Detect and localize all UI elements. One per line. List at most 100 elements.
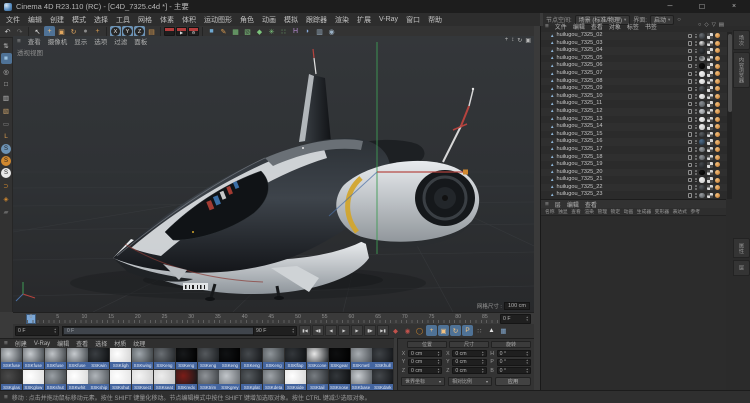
object-row[interactable]: ▲ huilugou_7325_02	[541, 32, 727, 40]
uvw-tag-icon[interactable]	[707, 71, 713, 77]
menubar-item-16[interactable]: V-Ray	[375, 16, 402, 23]
viewport-menu-item-3[interactable]: 选项	[94, 36, 107, 46]
uvw-tag-icon[interactable]	[707, 116, 713, 123]
menubar-item-3[interactable]: 模式	[68, 15, 90, 25]
object-row[interactable]: ▲ huilugou_7325_05	[541, 55, 727, 63]
stepper-icon[interactable]: ▴ ▾	[526, 368, 528, 373]
material-thumbnail[interactable]: SSKfuse	[22, 348, 44, 369]
solo-single-icon[interactable]: S	[1, 156, 11, 166]
material-thumbnail[interactable]: SSKplat	[241, 369, 263, 391]
editor-visibility-icon[interactable]	[687, 94, 693, 99]
material-menu-item-4[interactable]: 选择	[95, 339, 107, 348]
next-frame-button[interactable]: ▶	[351, 325, 363, 336]
menubar-item-0[interactable]: 文件	[2, 15, 24, 25]
phong-tag-icon[interactable]	[715, 192, 720, 198]
material-thumbnail[interactable]: SSKredx	[175, 369, 197, 391]
material-thumbnail[interactable]: SSKnose	[328, 369, 350, 391]
uvw-tag-icon[interactable]	[707, 93, 713, 100]
uvw-tag-icon[interactable]	[707, 108, 713, 115]
layer-manager-body[interactable]	[541, 216, 726, 390]
material-thumbnail[interactable]: SSKwin	[88, 348, 110, 369]
object-list-scrollbar[interactable]	[727, 32, 732, 199]
material-tag-icon[interactable]	[699, 101, 705, 107]
stepper-icon[interactable]: ▴ ▾	[482, 359, 484, 364]
object-manager-menu-item-1[interactable]: 编辑	[573, 22, 585, 31]
phong-tag-icon[interactable]	[715, 48, 720, 54]
solo-hierarchy-icon[interactable]: S	[1, 168, 11, 178]
coordinate-size-field[interactable]: 0 cm ▴ ▾	[452, 350, 487, 357]
material-tag-icon[interactable]	[699, 131, 705, 138]
object-manager-menu-item-2[interactable]: 查看	[591, 22, 603, 31]
editor-visibility-icon[interactable]	[687, 117, 693, 122]
material-tag-icon[interactable]	[699, 71, 705, 77]
material-thumbnail[interactable]: SSKfuse	[44, 348, 66, 369]
phong-tag-icon[interactable]	[715, 177, 720, 183]
material-menu-item-6[interactable]: 纹理	[133, 339, 145, 348]
object-row[interactable]: ▲ huilugou_7325_16	[541, 138, 727, 146]
material-thumbnail[interactable]: SSKdark	[372, 369, 394, 391]
coordinate-header-1[interactable]: 尺寸	[449, 341, 489, 348]
material-thumbnail[interactable]: SSKeng	[175, 348, 197, 369]
autokeying-icon[interactable]: ◉	[402, 325, 413, 336]
toggle-layout-icon[interactable]: ▣	[525, 37, 531, 44]
coordinate-rotation-field[interactable]: 0 ° ▴ ▾	[496, 350, 531, 357]
pan-view-icon[interactable]: +	[505, 37, 509, 44]
key-parameter-icon[interactable]: P	[462, 325, 473, 336]
viewport-menu-item-4[interactable]: 过滤	[114, 36, 127, 46]
stepper-icon[interactable]: ▴ ▾	[438, 359, 440, 364]
uvw-tag-icon[interactable]	[707, 86, 713, 92]
object-row[interactable]: ▲ huilugou_7325_11	[541, 100, 727, 108]
prev-frame-button[interactable]: ◀	[325, 325, 337, 336]
menubar-item-7[interactable]: 体素	[156, 15, 178, 25]
phong-tag-icon[interactable]	[715, 124, 720, 130]
close-button[interactable]: ×	[718, 0, 750, 13]
coordinate-header-2[interactable]: 旋转	[491, 341, 531, 348]
rotate-view-icon[interactable]: ↻	[517, 37, 522, 44]
uvw-tag-icon[interactable]	[707, 169, 713, 176]
material-tag-icon[interactable]	[699, 55, 705, 62]
material-tag-icon[interactable]	[699, 162, 705, 168]
editor-visibility-icon[interactable]	[687, 162, 693, 168]
dock-tab-bottom-0[interactable]: 属性	[733, 238, 750, 259]
material-thumbnail[interactable]: SSKside	[284, 369, 306, 391]
menubar-item-12[interactable]: 模拟	[280, 15, 302, 25]
dock-tab-top-1[interactable]: 内容浏览器	[733, 52, 750, 89]
material-thumbnail[interactable]: SSKcone	[306, 348, 328, 369]
material-thumbnail[interactable]: SSKwhit	[66, 369, 88, 391]
visibility-dots-icon[interactable]	[694, 63, 697, 69]
hamburger-icon[interactable]: ≡	[17, 38, 21, 45]
render-view-icon[interactable]	[164, 27, 175, 36]
search-icon[interactable]: ○	[677, 17, 681, 23]
menubar-item-13[interactable]: 跟踪器	[302, 15, 331, 25]
material-thumbnail[interactable]: SSKshut	[110, 369, 132, 391]
material-menu-item-3[interactable]: 查看	[76, 339, 88, 348]
snap-icon[interactable]: ⊃	[1, 180, 12, 191]
size-mode-dropdown[interactable]: 相对比例 ▾	[448, 377, 492, 386]
material-tag-icon[interactable]	[699, 192, 705, 199]
object-row[interactable]: ▲ huilugou_7325_12	[541, 107, 727, 116]
visibility-dots-icon[interactable]	[694, 170, 697, 175]
workplane-icon[interactable]: ▰	[1, 206, 12, 217]
object-row[interactable]: ▲ huilugou_7325_20	[541, 168, 727, 177]
range-end-field[interactable]: 90 F ▴ ▾	[253, 326, 297, 336]
phong-tag-icon[interactable]	[715, 33, 720, 39]
viewport-menu-item-0[interactable]: 查看	[28, 36, 41, 46]
editor-visibility-icon[interactable]	[687, 124, 693, 130]
visibility-dots-icon[interactable]	[694, 101, 697, 107]
menubar-item-4[interactable]: 选择	[90, 15, 112, 25]
enable-axis-icon[interactable]: L	[1, 131, 12, 142]
apply-button[interactable]: 应用	[495, 377, 531, 386]
coordinate-rotation-field[interactable]: 0 ° ▴ ▾	[496, 358, 531, 366]
texture-mode-icon[interactable]: ◎	[1, 66, 12, 77]
visibility-dots-icon[interactable]	[694, 86, 697, 92]
coordinate-system-dropdown[interactable]: 世界坐标 ▾	[401, 377, 445, 386]
material-thumbnail[interactable]: SSKsect	[132, 369, 154, 391]
material-tag-icon[interactable]	[699, 40, 705, 47]
editor-visibility-icon[interactable]	[687, 101, 693, 107]
tweak-mode-icon[interactable]: ▭	[1, 118, 12, 129]
stepper-icon[interactable]: ▴ ▾	[526, 351, 528, 356]
viewport-menu-item-1[interactable]: 摄像机	[48, 36, 68, 46]
object-row[interactable]: ▲ huilugou_7325_14	[541, 123, 727, 131]
object-row[interactable]: ▲ huilugou_7325_08	[541, 77, 727, 86]
minimize-button[interactable]: ─	[654, 0, 686, 13]
